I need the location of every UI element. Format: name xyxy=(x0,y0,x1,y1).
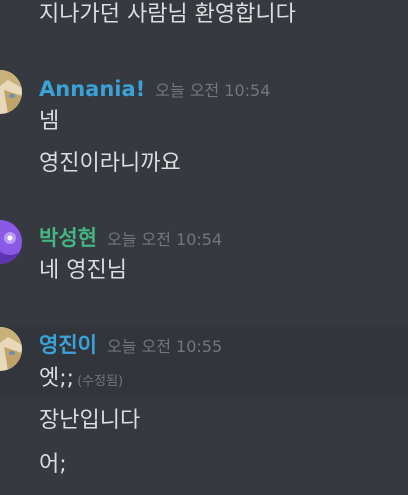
message-header: 영진이 오늘 오전 10:55 xyxy=(39,330,222,360)
timestamp[interactable]: 오늘 오전 10:54 xyxy=(107,230,222,249)
message-line: 어; xyxy=(39,452,67,477)
username[interactable]: 영진이 xyxy=(39,333,97,357)
message-line: 영진이라니까요 xyxy=(39,151,181,176)
message-text: 엣;; xyxy=(39,366,75,391)
chat-message-list[interactable]: 지나가던 사람님 환영합니다 Annania! 오늘 오전 10:54 넴 영진이… xyxy=(0,0,408,495)
message-header: Annania! 오늘 오전 10:54 xyxy=(39,74,270,104)
message-line: 넴 xyxy=(39,109,60,134)
username[interactable]: Annania! xyxy=(39,77,145,101)
message-line: 지나가던 사람님 환영합니다 xyxy=(39,2,296,27)
purple-avatar-icon xyxy=(0,220,22,264)
timestamp[interactable]: 오늘 오전 10:55 xyxy=(107,337,222,356)
message-line: 엣;; (수정됨) xyxy=(39,364,123,397)
username[interactable]: 박성현 xyxy=(39,226,97,250)
user-avatar-annania[interactable] xyxy=(0,70,22,114)
user-avatar-park[interactable] xyxy=(0,220,22,264)
message-header: 박성현 오늘 오전 10:54 xyxy=(39,223,222,253)
message-line: 장난입니다 xyxy=(39,408,141,433)
anime-girl-avatar-icon xyxy=(0,70,22,114)
edited-label: (수정됨) xyxy=(77,374,124,389)
timestamp[interactable]: 오늘 오전 10:54 xyxy=(155,81,270,100)
message-line: 네 영진님 xyxy=(39,258,127,283)
